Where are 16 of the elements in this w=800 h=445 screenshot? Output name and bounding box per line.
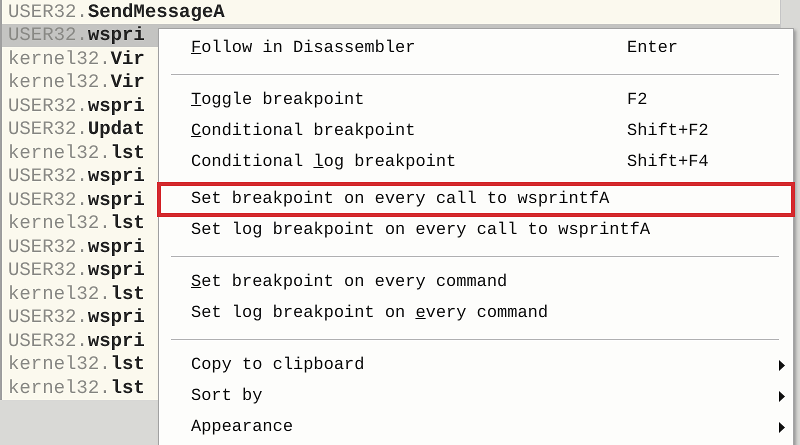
menu-item[interactable]: Follow in Disassembler Enter [159, 33, 793, 64]
shortcut-label: Shift+F4 [627, 153, 710, 172]
menu-item[interactable]: Set breakpoint on every command [159, 267, 793, 298]
menu-item[interactable]: Set breakpoint on every call to wsprintfA [159, 184, 793, 215]
menu-item[interactable]: Sort by [159, 381, 793, 412]
menu-item[interactable]: Copy to clipboard [159, 350, 793, 381]
menu-item[interactable]: Set log breakpoint on every command [159, 298, 793, 329]
menu-item[interactable]: Toggle breakpoint F2 [159, 85, 793, 116]
list-row[interactable]: USER32.SendMessageA [2, 0, 780, 24]
menu-item[interactable]: Appearance [159, 412, 793, 443]
shortcut-label: F2 [627, 91, 648, 110]
menu-item[interactable]: Conditional breakpoint Shift+F2 [159, 116, 793, 147]
menu-item[interactable]: Conditional log breakpoint Shift+F4 [159, 147, 793, 178]
shortcut-label: Shift+F2 [627, 122, 710, 141]
menu-item[interactable]: Set log breakpoint on every call to wsprintfA [159, 215, 793, 246]
shortcut-label: Enter [627, 39, 680, 58]
